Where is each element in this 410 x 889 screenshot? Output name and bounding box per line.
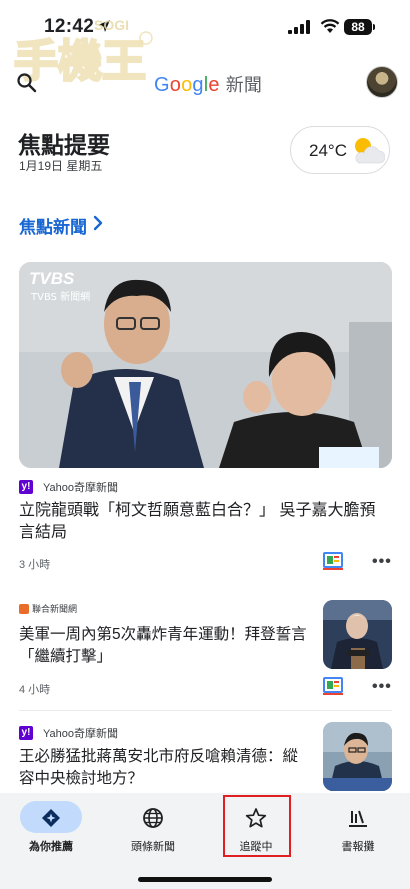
newsstand-icon: [349, 810, 367, 827]
divider: [19, 710, 392, 711]
story-source-name: Yahoo奇摩新聞: [43, 728, 118, 740]
hero-image-watermark: TVBS 新聞網: [30, 290, 90, 303]
hero-source[interactable]: y! Yahoo奇摩新聞: [19, 479, 118, 495]
story-source[interactable]: y! Yahoo奇摩新聞: [19, 725, 118, 741]
partly-cloudy-icon: [355, 138, 385, 164]
svg-text:TVBS: TVBS: [29, 269, 75, 288]
weather-chip[interactable]: 24°C: [290, 126, 390, 174]
battery-tip: [373, 24, 375, 30]
globe-icon: [143, 808, 163, 828]
for-you-icon: [42, 809, 60, 827]
top-stories-link[interactable]: 焦點新聞: [19, 213, 87, 238]
status-bar: 12:42 88: [0, 0, 410, 54]
story-headline[interactable]: 王必勝猛批蔣萬安北市府反嗆賴清德：縱容中央檢討地方？: [19, 746, 309, 790]
full-coverage-icon[interactable]: [323, 552, 345, 570]
more-options-icon[interactable]: •••: [372, 553, 392, 571]
udn-logo-icon: [19, 603, 29, 614]
story-time: 4 小時: [19, 684, 51, 696]
logo-news-label: 新聞: [225, 75, 263, 95]
page-title: 焦點提要: [18, 132, 110, 158]
story-headline[interactable]: 美軍一周內第5次轟炸青年運動！拜登誓言「繼續打擊」: [19, 624, 309, 668]
hero-story-image[interactable]: TVBS TVBS 新聞網: [19, 262, 392, 468]
more-options-icon[interactable]: •••: [372, 678, 392, 696]
hero-source-name: Yahoo奇摩新聞: [43, 482, 118, 494]
hero-headline[interactable]: 立院龍頭戰「柯文哲願意藍白合？」 吳子嘉大膽預言結局: [19, 500, 389, 544]
yahoo-badge-icon: y!: [19, 480, 33, 494]
home-indicator[interactable]: [138, 877, 272, 882]
bottom-navigation: 為你推薦 頭條新聞 追蹤中 書報攤: [0, 793, 410, 889]
nav-headlines[interactable]: 頭條新聞: [102, 793, 204, 863]
nav-newsstand[interactable]: 書報攤: [307, 793, 409, 863]
story-thumbnail[interactable]: [323, 722, 392, 791]
nav-label: 頭條新聞: [131, 841, 175, 853]
google-news-logo: Google 新聞: [154, 74, 263, 96]
nav-label: 為你推薦: [29, 841, 73, 853]
story-source[interactable]: 聯合新聞網: [19, 602, 77, 615]
annotation-highlight-box: [223, 795, 291, 857]
chevron-right-icon[interactable]: [92, 214, 104, 232]
account-avatar[interactable]: [366, 66, 398, 98]
location-arrow-icon: [98, 20, 110, 32]
status-time: 12:42: [44, 16, 95, 37]
hero-time: 3 小時: [19, 559, 51, 571]
battery-indicator: 88: [344, 19, 372, 35]
weather-temperature: 24°C: [309, 141, 347, 160]
nav-for-you[interactable]: 為你推薦: [0, 793, 102, 863]
story-thumbnail[interactable]: [323, 600, 392, 669]
full-coverage-icon[interactable]: [323, 677, 345, 695]
wifi-icon: [320, 19, 340, 33]
briefing-date: 1月19日 星期五: [19, 159, 103, 173]
app-header: Google 新聞: [0, 60, 410, 106]
cellular-signal-icon: [288, 20, 310, 34]
story-source-name: 聯合新聞網: [32, 604, 78, 614]
search-icon[interactable]: [14, 70, 40, 96]
nav-label: 書報攤: [341, 841, 375, 853]
yahoo-badge-icon: y!: [19, 726, 33, 740]
